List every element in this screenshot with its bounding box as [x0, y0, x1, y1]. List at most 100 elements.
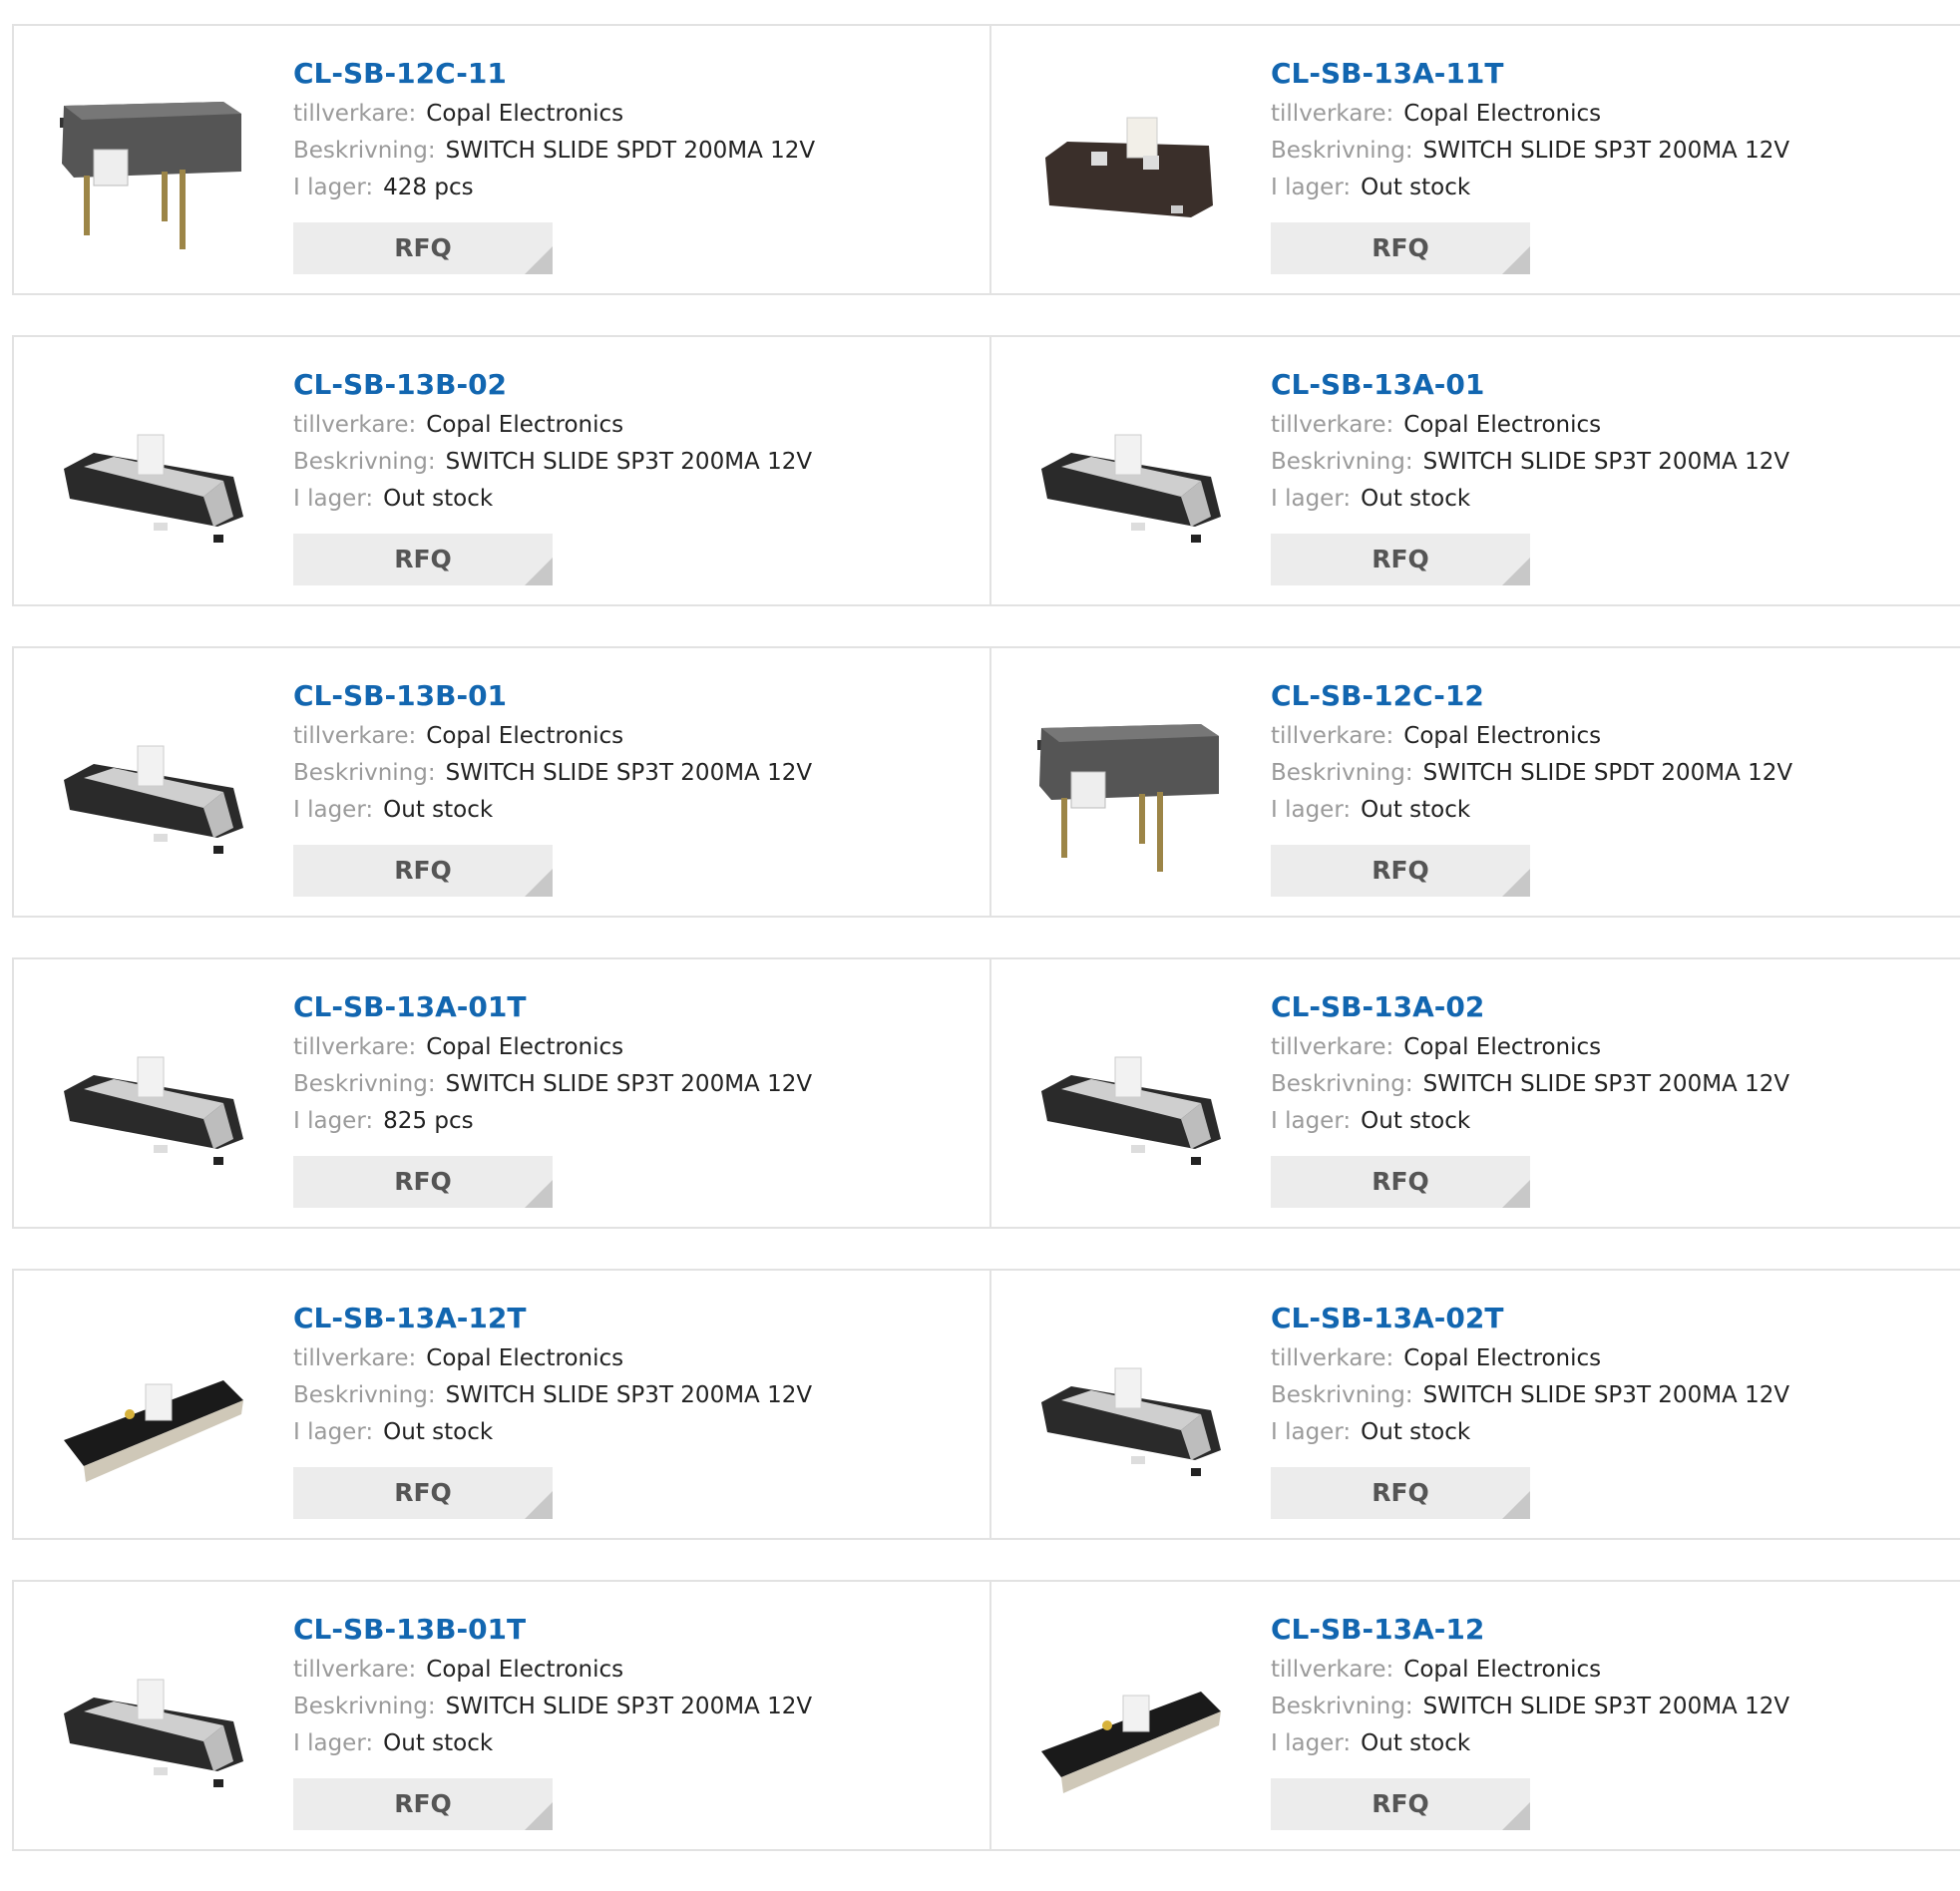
description-value: SWITCH SLIDE SP3T 200MA 12V — [445, 449, 813, 475]
product-grid: CL-SB-12C-11 tillverkare: Copal Electroni… — [12, 24, 1960, 1891]
manufacturer-value: Copal Electronics — [1403, 723, 1602, 749]
slide-switch-smd-icon[interactable] — [54, 377, 253, 576]
description-label: Beskrivning: — [1271, 449, 1413, 475]
product-card: CL-SB-12C-12 tillverkare: Copal Electroni… — [989, 648, 1960, 916]
rfq-button[interactable]: RFQ — [293, 845, 553, 897]
product-title-link[interactable]: CL-SB-13A-02 — [1271, 987, 1952, 1027]
product-title-link[interactable]: CL-SB-13B-01 — [293, 676, 980, 716]
rfq-label: RFQ — [394, 233, 452, 262]
description-line: Beskrivning: SWITCH SLIDE SP3T 200MA 12V — [1271, 1066, 1952, 1103]
manufacturer-value: Copal Electronics — [426, 1345, 624, 1371]
product-title-link[interactable]: CL-SB-13A-12T — [293, 1299, 980, 1338]
manufacturer-value: Copal Electronics — [426, 1657, 624, 1683]
description-label: Beskrivning: — [293, 1694, 436, 1719]
rfq-button[interactable]: RFQ — [293, 1156, 553, 1208]
stock-value: Out stock — [383, 797, 494, 823]
product-row: CL-SB-13B-02 tillverkare: Copal Electroni… — [12, 335, 1960, 606]
stock-value: 428 pcs — [383, 175, 474, 200]
slide-switch-through-hole-icon[interactable] — [1031, 688, 1231, 888]
rfq-button[interactable]: RFQ — [293, 222, 553, 274]
stock-value: Out stock — [1361, 486, 1471, 512]
description-line: Beskrivning: SWITCH SLIDE SP3T 200MA 12V — [293, 1377, 980, 1414]
product-card: CL-SB-13A-12 tillverkare: Copal Electroni… — [989, 1582, 1960, 1849]
rfq-button[interactable]: RFQ — [293, 1467, 553, 1519]
product-card: CL-SB-13B-01T tillverkare: Copal Electron… — [14, 1582, 989, 1849]
description-line: Beskrivning: SWITCH SLIDE SPDT 200MA 12V — [293, 133, 980, 170]
rfq-button[interactable]: RFQ — [1271, 1778, 1530, 1830]
slide-switch-smd-dark-icon[interactable] — [1031, 66, 1231, 265]
manufacturer-value: Copal Electronics — [426, 723, 624, 749]
product-title-link[interactable]: CL-SB-13A-12 — [1271, 1610, 1952, 1650]
rfq-label: RFQ — [394, 856, 452, 885]
corner-triangle-icon — [525, 1180, 553, 1208]
stock-label: I lager: — [1271, 486, 1352, 512]
manufacturer-line: tillverkare: Copal Electronics — [1271, 1029, 1952, 1066]
corner-triangle-icon — [1502, 1491, 1530, 1519]
product-row: CL-SB-12C-11 tillverkare: Copal Electroni… — [12, 24, 1960, 295]
product-title-link[interactable]: CL-SB-13A-01T — [293, 987, 980, 1027]
product-info: CL-SB-13A-02 tillverkare: Copal Electroni… — [1271, 987, 1952, 1208]
slide-switch-angled-icon[interactable] — [1031, 1622, 1231, 1821]
stock-value: Out stock — [1361, 1108, 1471, 1134]
stock-label: I lager: — [1271, 1419, 1352, 1445]
rfq-label: RFQ — [1372, 1789, 1429, 1818]
description-value: SWITCH SLIDE SPDT 200MA 12V — [1422, 760, 1793, 786]
description-value: SWITCH SLIDE SP3T 200MA 12V — [1422, 449, 1790, 475]
manufacturer-label: tillverkare: — [1271, 1657, 1394, 1683]
product-title-link[interactable]: CL-SB-13A-01 — [1271, 365, 1952, 405]
rfq-button[interactable]: RFQ — [1271, 534, 1530, 585]
rfq-button[interactable]: RFQ — [1271, 845, 1530, 897]
slide-switch-smd-icon[interactable] — [54, 1622, 253, 1821]
corner-triangle-icon — [1502, 869, 1530, 897]
product-card: CL-SB-13B-01 tillverkare: Copal Electroni… — [14, 648, 989, 916]
slide-switch-smd-icon[interactable] — [54, 999, 253, 1199]
product-title-link[interactable]: CL-SB-13B-02 — [293, 365, 980, 405]
product-card: CL-SB-13A-01T tillverkare: Copal Electron… — [14, 959, 989, 1227]
product-info: CL-SB-12C-11 tillverkare: Copal Electroni… — [293, 54, 980, 274]
description-label: Beskrivning: — [293, 449, 436, 475]
product-title-link[interactable]: CL-SB-12C-11 — [293, 54, 980, 94]
product-card: CL-SB-13A-02 tillverkare: Copal Electroni… — [989, 959, 1960, 1227]
description-label: Beskrivning: — [293, 1382, 436, 1408]
slide-switch-smd-icon[interactable] — [1031, 377, 1231, 576]
description-line: Beskrivning: SWITCH SLIDE SP3T 200MA 12V — [293, 1689, 980, 1725]
product-title-link[interactable]: CL-SB-13A-11T — [1271, 54, 1952, 94]
product-title-link[interactable]: CL-SB-13B-01T — [293, 1610, 980, 1650]
stock-label: I lager: — [1271, 1108, 1352, 1134]
product-title-link[interactable]: CL-SB-12C-12 — [1271, 676, 1952, 716]
stock-value: Out stock — [1361, 1419, 1471, 1445]
description-label: Beskrivning: — [1271, 138, 1413, 164]
stock-line: I lager: Out stock — [1271, 792, 1952, 829]
manufacturer-line: tillverkare: Copal Electronics — [1271, 407, 1952, 444]
rfq-button[interactable]: RFQ — [1271, 1156, 1530, 1208]
slide-switch-smd-icon[interactable] — [1031, 999, 1231, 1199]
stock-line: I lager: Out stock — [1271, 481, 1952, 518]
product-title-link[interactable]: CL-SB-13A-02T — [1271, 1299, 1952, 1338]
rfq-button[interactable]: RFQ — [293, 534, 553, 585]
stock-label: I lager: — [293, 797, 374, 823]
slide-switch-smd-icon[interactable] — [54, 688, 253, 888]
manufacturer-value: Copal Electronics — [426, 1034, 624, 1060]
product-card: CL-SB-13A-11T tillverkare: Copal Electron… — [989, 26, 1960, 293]
slide-switch-through-hole-icon[interactable] — [54, 66, 253, 265]
slide-switch-smd-icon[interactable] — [1031, 1311, 1231, 1510]
stock-line: I lager: Out stock — [1271, 1414, 1952, 1451]
description-value: SWITCH SLIDE SP3T 200MA 12V — [1422, 1382, 1790, 1408]
rfq-button[interactable]: RFQ — [293, 1778, 553, 1830]
manufacturer-line: tillverkare: Copal Electronics — [293, 1652, 980, 1689]
description-line: Beskrivning: SWITCH SLIDE SP3T 200MA 12V — [293, 444, 980, 481]
manufacturer-label: tillverkare: — [293, 1657, 417, 1683]
stock-line: I lager: 428 pcs — [293, 170, 980, 206]
manufacturer-label: tillverkare: — [1271, 1034, 1394, 1060]
rfq-button[interactable]: RFQ — [1271, 222, 1530, 274]
description-label: Beskrivning: — [1271, 760, 1413, 786]
rfq-button[interactable]: RFQ — [1271, 1467, 1530, 1519]
corner-triangle-icon — [525, 1491, 553, 1519]
rfq-label: RFQ — [1372, 1167, 1429, 1196]
slide-switch-angled-icon[interactable] — [54, 1311, 253, 1510]
description-line: Beskrivning: SWITCH SLIDE SP3T 200MA 12V — [293, 1066, 980, 1103]
manufacturer-line: tillverkare: Copal Electronics — [293, 1340, 980, 1377]
description-line: Beskrivning: SWITCH SLIDE SP3T 200MA 12V — [1271, 133, 1952, 170]
manufacturer-value: Copal Electronics — [1403, 101, 1602, 127]
manufacturer-line: tillverkare: Copal Electronics — [293, 718, 980, 755]
